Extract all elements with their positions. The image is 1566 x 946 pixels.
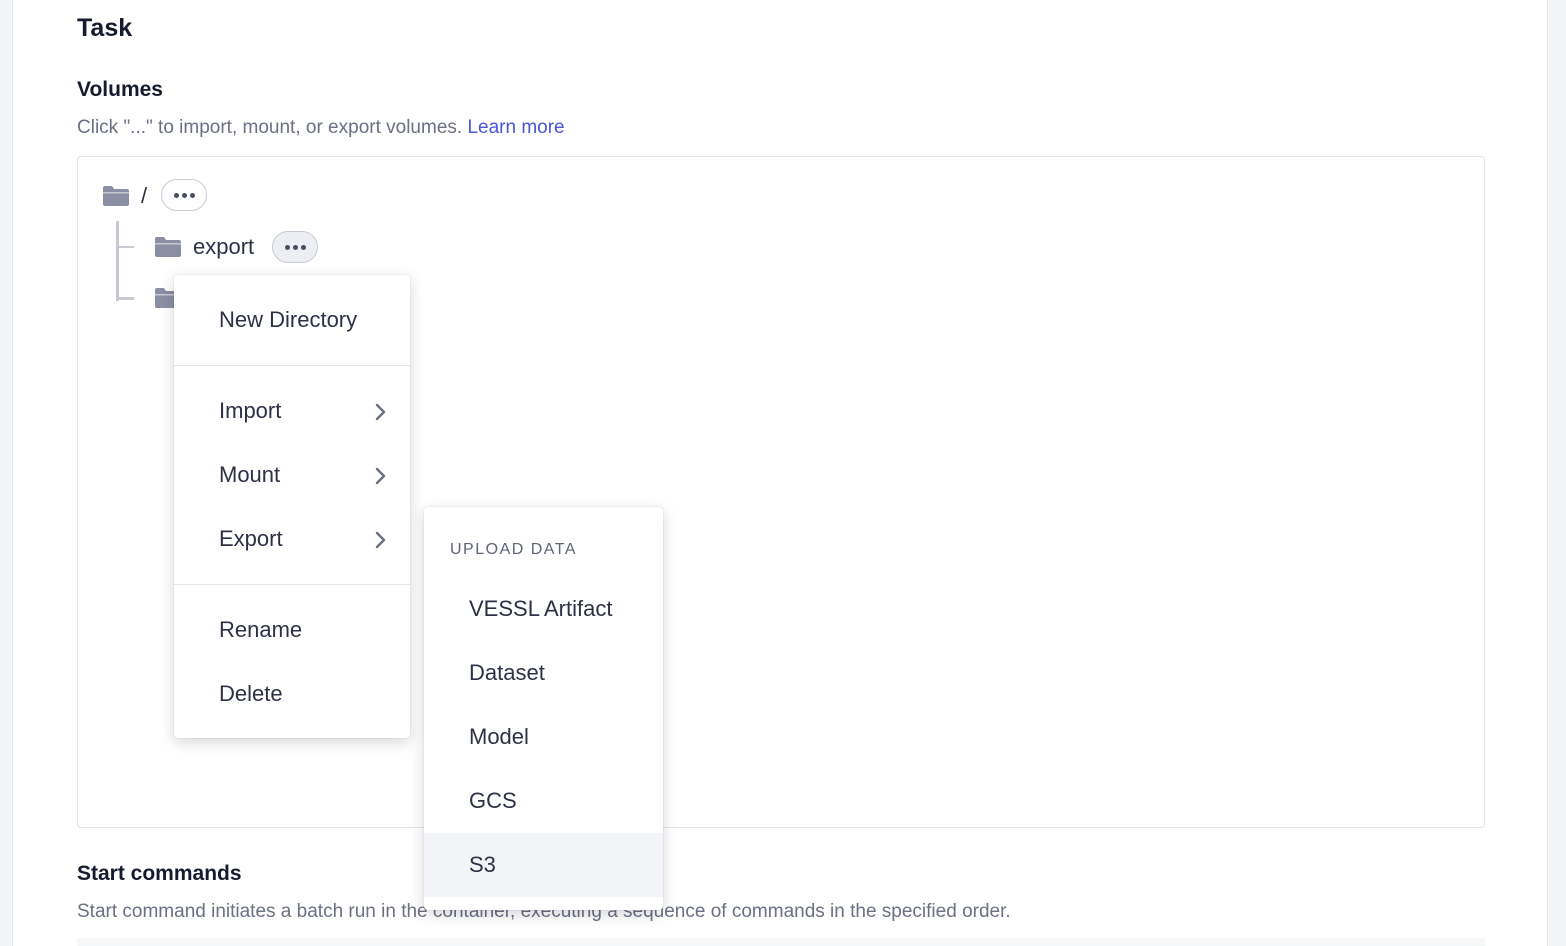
start-commands-editor[interactable]	[77, 938, 1485, 946]
tree-node-export-label[interactable]: export	[193, 234, 254, 260]
tree-connector	[116, 246, 134, 248]
menu-item-label: Delete	[219, 681, 283, 706]
more-dots-icon	[284, 244, 306, 250]
section-title: Task	[77, 14, 133, 42]
submenu-item-gcs[interactable]: GCS	[424, 769, 663, 833]
export-submenu: UPLOAD DATA VESSL Artifact Dataset Model…	[424, 507, 663, 910]
menu-item-import[interactable]: Import	[174, 379, 410, 443]
menu-item-new-directory[interactable]: New Directory	[174, 288, 410, 352]
submenu-item-model[interactable]: Model	[424, 705, 663, 769]
menu-divider	[174, 365, 410, 366]
context-menu: New Directory Import Mount Export Rename…	[174, 275, 410, 738]
submenu-heading: UPLOAD DATA	[450, 541, 578, 558]
chevron-right-icon	[374, 465, 386, 491]
volumes-help-description: Click "..." to import, mount, or export …	[77, 117, 468, 138]
volumes-help-text: Click "..." to import, mount, or export …	[77, 117, 565, 139]
menu-item-label: Rename	[219, 617, 303, 642]
folder-icon	[155, 237, 181, 257]
menu-divider	[174, 584, 410, 585]
menu-item-export[interactable]: Export	[174, 507, 410, 571]
submenu-item-label: Model	[469, 724, 529, 749]
submenu-item-label: GCS	[469, 788, 517, 813]
tree-connector	[116, 221, 119, 301]
submenu-item-label: VESSL Artifact	[469, 596, 613, 621]
submenu-item-vessl-artifact[interactable]: VESSL Artifact	[424, 577, 663, 641]
menu-item-label: New Directory	[219, 307, 358, 332]
learn-more-link[interactable]: Learn more	[467, 117, 564, 138]
menu-item-label: Import	[219, 398, 282, 423]
submenu-item-s3[interactable]: S3	[424, 833, 663, 897]
menu-item-label: Export	[219, 526, 283, 551]
start-commands-label: Start commands	[77, 862, 242, 885]
export-more-button[interactable]	[272, 231, 318, 263]
menu-item-mount[interactable]: Mount	[174, 443, 410, 507]
submenu-item-dataset[interactable]: Dataset	[424, 641, 663, 705]
volumes-label: Volumes	[77, 78, 163, 101]
submenu-item-label: Dataset	[469, 660, 545, 685]
submenu-item-label: S3	[469, 852, 496, 877]
menu-item-delete[interactable]: Delete	[174, 662, 410, 726]
more-dots-icon	[173, 192, 195, 198]
tree-root-label: /	[141, 183, 148, 208]
tree-connector	[116, 297, 134, 300]
menu-item-rename[interactable]: Rename	[174, 598, 410, 662]
chevron-right-icon	[374, 401, 386, 427]
menu-item-label: Mount	[219, 462, 281, 487]
root-more-button[interactable]	[161, 179, 207, 211]
folder-icon	[103, 186, 129, 206]
chevron-right-icon	[374, 529, 386, 555]
